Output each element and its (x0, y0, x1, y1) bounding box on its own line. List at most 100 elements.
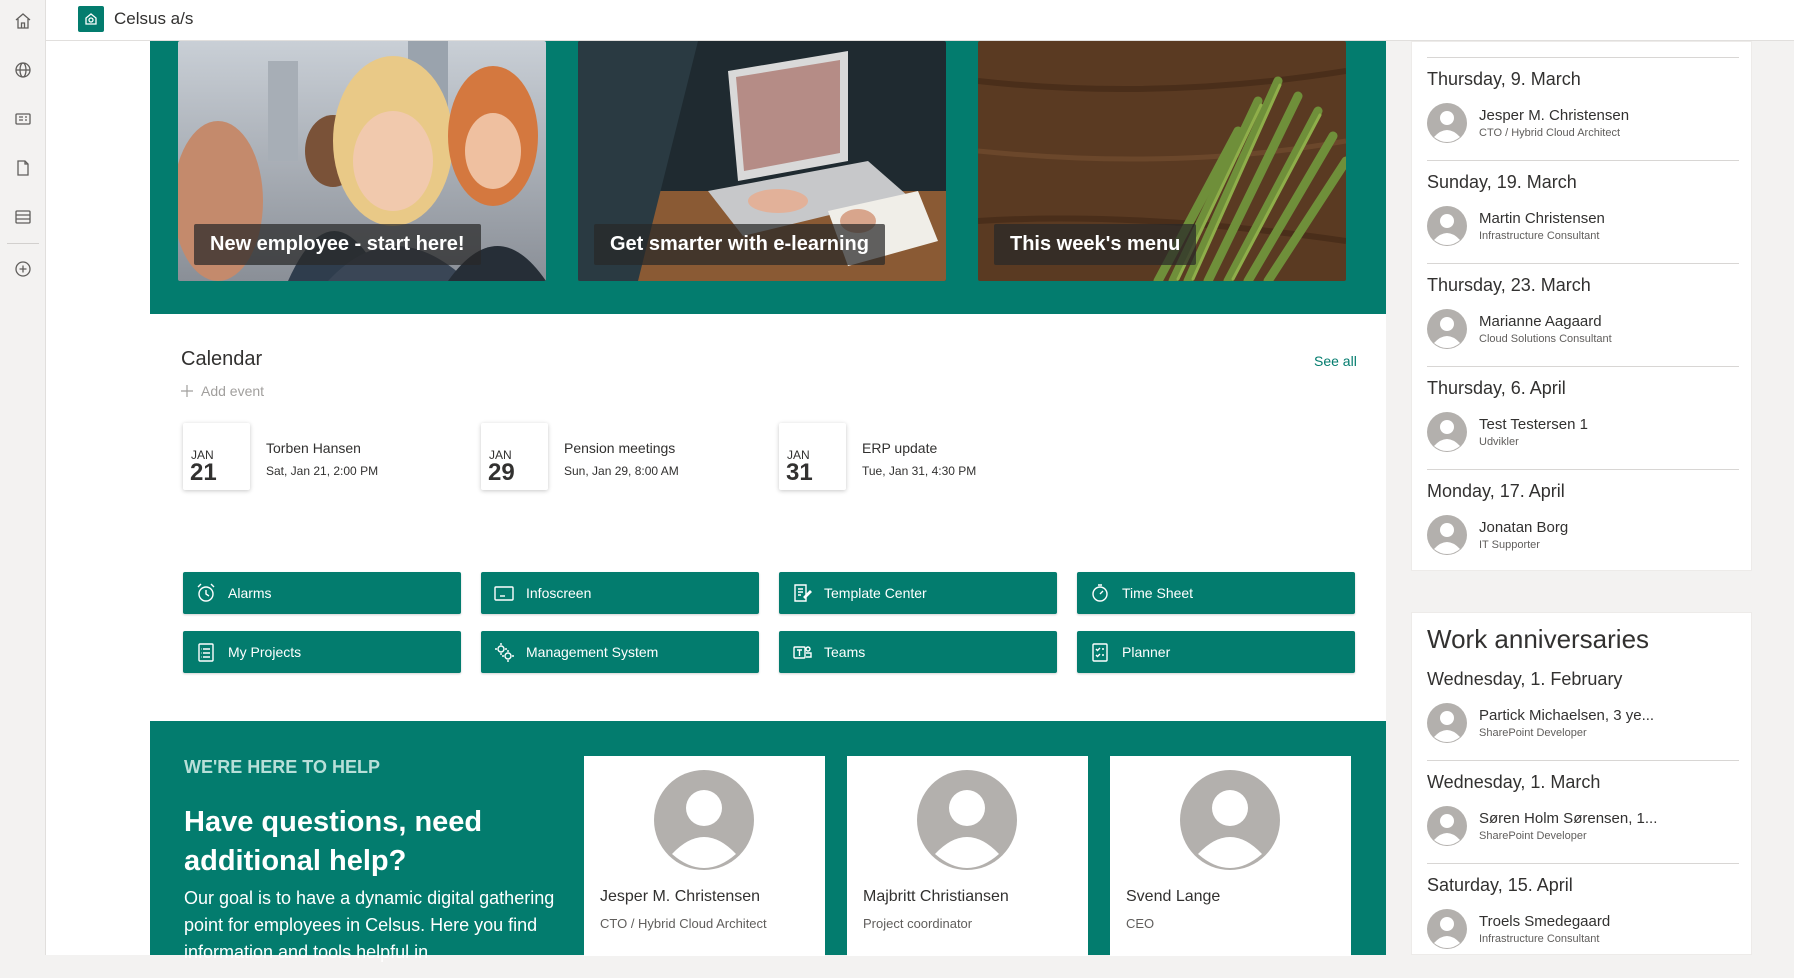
event-day: 31 (786, 459, 813, 486)
add-event-button[interactable]: Add event (181, 383, 264, 399)
anniversary-date: Wednesday, 1. February (1427, 669, 1623, 689)
avatar-placeholder-icon (1427, 909, 1467, 949)
screen-icon (492, 581, 516, 605)
quicklink-teams[interactable]: Teams (779, 631, 1057, 673)
avatar-placeholder-icon (1427, 412, 1467, 452)
person-title: Infrastructure Consultant (1479, 230, 1600, 242)
quicklink-management-system[interactable]: Management System (481, 631, 759, 673)
site-name[interactable]: Celsus a/s (114, 9, 193, 29)
person-title: Infrastructure Consultant (1479, 933, 1600, 945)
home-icon[interactable] (12, 10, 34, 32)
page-canvas: New employee - start here! Get smarter w… (46, 41, 1386, 962)
app-rail (0, 0, 46, 955)
person-name: Test Testersen 1 (1479, 416, 1588, 433)
quicklink-infoscreen[interactable]: Infoscreen (481, 572, 759, 614)
anniversary-entry[interactable]: Saturday, 15. April Troels Smedegaard In… (1412, 863, 1753, 978)
anniversary-date: Saturday, 15. April (1427, 875, 1573, 895)
person-name: Martin Christensen (1479, 210, 1605, 227)
list-icon[interactable] (12, 206, 34, 228)
add-event-label: Add event (201, 383, 265, 399)
birthday-entry[interactable]: Thursday, 23. March Marianne Aagaard Clo… (1412, 263, 1753, 366)
contact-name: Jesper M. Christensen (600, 888, 761, 905)
help-body-text: Our goal is to have a dynamic digital ga… (184, 888, 555, 962)
contact-card[interactable]: Jesper M. Christensen CTO / Hybrid Cloud… (584, 756, 825, 956)
anniversary-entry[interactable]: Wednesday, 1. February Partick Michaelse… (1412, 669, 1753, 772)
contact-card[interactable]: Svend Lange CEO (1110, 756, 1351, 956)
contact-role: Project coordinator (863, 916, 973, 931)
quicklink-label: Management System (526, 644, 659, 660)
person-title: IT Supporter (1479, 539, 1540, 551)
birthday-entry[interactable]: Sunday, 19. March Martin Christensen Inf… (1412, 160, 1753, 263)
contact-role: CTO / Hybrid Cloud Architect (600, 916, 767, 931)
avatar-placeholder-icon (917, 770, 1017, 870)
template-icon (790, 581, 814, 605)
divider (1427, 263, 1739, 264)
person-title: SharePoint Developer (1479, 830, 1587, 842)
calendar-event[interactable]: JAN 29 Pension meetings Sun, Jan 29, 8:0… (481, 423, 771, 493)
quicklink-label: Template Center (824, 585, 927, 601)
avatar-placeholder-icon (1427, 206, 1467, 246)
birthday-entry[interactable]: Monday, 17. April Jonatan Borg IT Suppor… (1412, 469, 1753, 572)
birthdays-panel: Thursday, 9. March Jesper M. Christensen… (1411, 41, 1752, 571)
divider (1427, 469, 1739, 470)
work-anniversaries-panel: Work anniversaries Wednesday, 1. Februar… (1411, 612, 1752, 955)
person-name: Jonatan Borg (1479, 519, 1569, 536)
quicklink-my-projects[interactable]: My Projects (183, 631, 461, 673)
birthday-entry[interactable]: Thursday, 9. March Jesper M. Christensen… (1412, 57, 1753, 160)
birthday-date: Thursday, 9. March (1427, 69, 1581, 89)
person-title: Cloud Solutions Consultant (1479, 333, 1612, 345)
help-section: WE'RE HERE TO HELP Have questions, need … (150, 721, 1386, 962)
hero-tile-label: New employee - start here! (194, 224, 481, 265)
site-logo[interactable] (78, 6, 104, 32)
event-time: Sat, Jan 21, 2:00 PM (266, 464, 379, 478)
person-name: Jesper M. Christensen (1479, 107, 1630, 124)
work-anniversaries-title: Work anniversaries (1427, 624, 1650, 654)
avatar-placeholder-icon (654, 770, 754, 870)
help-heading: Have questions, need additional help? (184, 806, 483, 877)
quicklink-label: My Projects (228, 644, 302, 660)
teams-icon (790, 640, 814, 664)
globe-icon[interactable] (12, 59, 34, 81)
person-name: Søren Holm Sørensen, 1... (1479, 810, 1658, 827)
hero-tile-new-employee[interactable]: New employee - start here! (178, 41, 546, 281)
hero-tile-elearning[interactable]: Get smarter with e-learning (578, 41, 946, 281)
birthday-date: Thursday, 6. April (1427, 378, 1566, 398)
contact-role: CEO (1126, 916, 1155, 931)
site-header: Celsus a/s (46, 0, 1794, 41)
hero-tile-label: Get smarter with e-learning (594, 224, 885, 265)
quicklink-label: Alarms (228, 585, 272, 601)
anniversary-entry[interactable]: Wednesday, 1. March Søren Holm Sørensen,… (1412, 760, 1753, 875)
gears-icon (492, 640, 516, 664)
event-date-box: JAN 21 (183, 423, 250, 490)
person-name: Partick Michaelsen, 3 ye... (1479, 707, 1655, 724)
birthday-entry[interactable]: Thursday, 6. April Test Testersen 1 Udvi… (1412, 366, 1753, 469)
avatar-placeholder-icon (1427, 309, 1467, 349)
planner-icon (1088, 640, 1112, 664)
birthday-date: Sunday, 19. March (1427, 172, 1577, 192)
contact-card[interactable]: Majbritt Christiansen Project coordinato… (847, 756, 1088, 956)
add-circle-icon[interactable] (12, 258, 34, 280)
event-day: 21 (190, 459, 217, 486)
divider (1427, 760, 1739, 761)
document-icon[interactable] (12, 157, 34, 179)
anniversary-date: Wednesday, 1. March (1427, 772, 1601, 792)
news-icon[interactable] (12, 108, 34, 130)
quicklink-alarms[interactable]: Alarms (183, 572, 461, 614)
timer-icon (1088, 581, 1112, 605)
quicklink-time-sheet[interactable]: Time Sheet (1077, 572, 1355, 614)
quicklink-label: Time Sheet (1122, 585, 1194, 601)
avatar-placeholder-icon (1180, 770, 1280, 870)
avatar-placeholder-icon (1427, 103, 1467, 143)
calendar-see-all-link[interactable]: See all (1314, 353, 1357, 369)
hero-section: New employee - start here! Get smarter w… (150, 41, 1386, 314)
hero-tile-menu[interactable]: This week's menu (978, 41, 1346, 281)
calendar-event[interactable]: JAN 21 Torben Hansen Sat, Jan 21, 2:00 P… (183, 423, 473, 493)
event-title: ERP update (862, 440, 938, 456)
person-title: Udvikler (1479, 436, 1519, 448)
birthday-date: Monday, 17. April (1427, 481, 1565, 501)
calendar-event[interactable]: JAN 31 ERP update Tue, Jan 31, 4:30 PM (779, 423, 1069, 493)
quicklink-planner[interactable]: Planner (1077, 631, 1355, 673)
contact-name: Majbritt Christiansen (863, 888, 1009, 905)
quicklink-template-center[interactable]: Template Center (779, 572, 1057, 614)
quicklink-label: Planner (1122, 644, 1171, 660)
